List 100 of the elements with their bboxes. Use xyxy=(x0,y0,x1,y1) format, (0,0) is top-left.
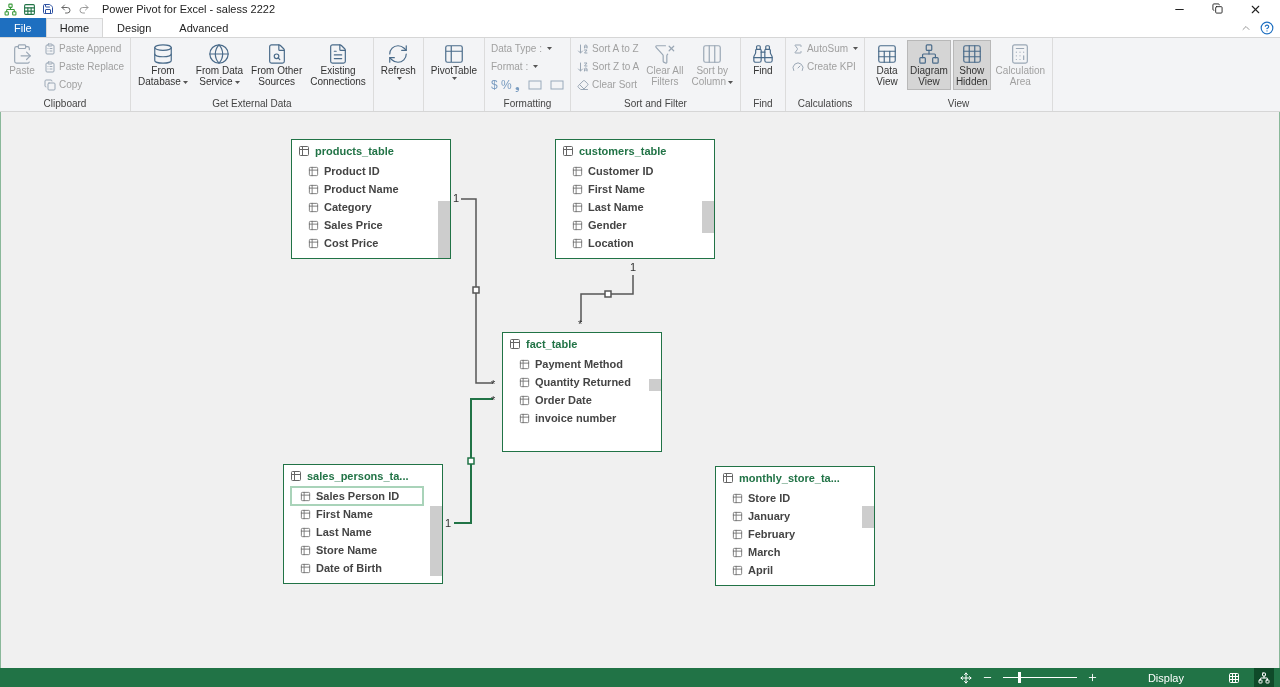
diagram-icon xyxy=(918,43,940,65)
sort-ascending-icon xyxy=(577,42,589,55)
diagram-table[interactable]: monthly_store_ta... Store ID January February March April xyxy=(715,466,875,586)
column-icon xyxy=(519,412,530,424)
group-label: View xyxy=(946,98,971,111)
fit-to-screen-icon[interactable] xyxy=(959,671,972,684)
grid-icon xyxy=(876,43,899,65)
ribbon-button[interactable]: Existing Connections xyxy=(307,40,369,90)
column-item[interactable]: Sales Person ID xyxy=(292,488,422,504)
column-item[interactable]: First Name xyxy=(564,181,694,197)
spreadsheet-icon[interactable] xyxy=(23,2,36,16)
column-item[interactable]: Product Name xyxy=(300,181,430,197)
column-item[interactable]: January xyxy=(724,508,854,524)
column-icon xyxy=(519,394,530,406)
caret-icon xyxy=(452,77,458,80)
redo-icon[interactable] xyxy=(78,3,90,15)
column-icon xyxy=(300,526,311,538)
column-icon xyxy=(300,490,311,502)
ribbon-button[interactable]: Show Hidden xyxy=(952,40,991,90)
copy-icon xyxy=(44,78,56,91)
table-title: sales_persons_ta... xyxy=(307,470,409,482)
table-icon xyxy=(298,145,310,157)
column-item[interactable]: Store ID xyxy=(724,490,854,506)
ribbon-button[interactable]: Data View xyxy=(869,40,906,90)
column-item[interactable]: April xyxy=(724,562,854,578)
column-item[interactable]: Customer ID xyxy=(564,163,694,179)
diagram-table[interactable]: customers_table Customer ID First Name Last Name Gender Location xyxy=(555,139,715,259)
column-icon xyxy=(308,201,319,213)
column-item[interactable]: Category xyxy=(300,199,430,215)
status-label: Display xyxy=(1147,671,1184,684)
clipboard-icon xyxy=(11,43,33,65)
column-icon xyxy=(732,492,743,504)
undo-icon[interactable] xyxy=(60,3,72,15)
column-icon xyxy=(572,165,583,177)
clipboard-list-icon xyxy=(44,42,56,55)
column-item[interactable]: Sales Price xyxy=(300,217,430,233)
globe-icon xyxy=(208,43,231,65)
restore-icon[interactable] xyxy=(1212,2,1223,14)
column-item[interactable]: Date of Birth xyxy=(292,560,422,576)
column-icon xyxy=(308,237,319,249)
column-item[interactable]: Product ID xyxy=(300,163,430,179)
zoom-thumb[interactable] xyxy=(1017,672,1021,683)
table-icon xyxy=(509,338,521,350)
document-icon xyxy=(327,43,349,65)
column-item[interactable]: First Name xyxy=(292,506,422,522)
ribbon-button[interactable]: Refresh xyxy=(377,40,419,83)
column-item[interactable]: invoice number xyxy=(511,410,641,426)
view-button[interactable] xyxy=(1254,668,1274,687)
gauge-icon xyxy=(791,60,804,73)
column-icon xyxy=(572,201,583,213)
column-item[interactable]: March xyxy=(724,544,854,560)
binoculars-icon xyxy=(751,43,774,65)
column-icon xyxy=(308,165,319,177)
table-title: fact_table xyxy=(526,338,578,350)
help-icon[interactable] xyxy=(1260,20,1274,35)
caret-icon xyxy=(546,47,552,50)
column-item[interactable]: February xyxy=(724,526,854,542)
diagram-table[interactable]: fact_table Payment Method Quantity Returned Order Date invoice number xyxy=(502,332,662,452)
ribbon-tab[interactable]: File xyxy=(0,18,46,37)
column-icon xyxy=(300,544,311,556)
ribbon-button[interactable]: Find xyxy=(744,40,781,79)
diagram-table[interactable]: products_table Product ID Product Name Category Sales Price Cost Price xyxy=(291,139,451,259)
ribbon-button[interactable]: PivotTable xyxy=(427,40,480,83)
caret-icon xyxy=(234,80,240,84)
table-icon xyxy=(562,145,574,157)
cardinality-label: * xyxy=(491,378,496,390)
ribbon-button[interactable]: From Database xyxy=(135,40,191,90)
save-icon[interactable] xyxy=(42,3,54,15)
column-icon xyxy=(519,376,530,388)
column-item[interactable]: Last Name xyxy=(292,524,422,540)
table-title: products_table xyxy=(315,145,394,157)
caret-icon xyxy=(396,77,402,80)
column-icon xyxy=(572,237,583,249)
column-item[interactable]: Location xyxy=(564,235,694,251)
ribbon-tab[interactable]: Home xyxy=(45,18,104,37)
ribbon-button[interactable]: Diagram View xyxy=(907,40,951,90)
group-label: Formatting xyxy=(502,98,553,111)
group-label: Sort and Filter xyxy=(623,98,688,111)
zoom-in-icon[interactable] xyxy=(1086,672,1098,683)
table-title: customers_table xyxy=(579,145,667,157)
column-icon xyxy=(572,219,583,231)
column-item[interactable]: Store Name xyxy=(292,542,422,558)
eraser-icon xyxy=(577,78,589,91)
sigma-icon xyxy=(791,42,804,55)
app-icon xyxy=(4,2,17,16)
column-item[interactable]: Quantity Returned xyxy=(511,374,641,390)
column-item[interactable]: Cost Price xyxy=(300,235,430,251)
ribbon-button[interactable]: From Other Sources xyxy=(248,40,306,90)
column-icon xyxy=(300,508,311,520)
diagram-table[interactable]: sales_persons_ta... Sales Person ID First Name Last Name Store Name Date of Birth xyxy=(283,464,443,584)
column-item[interactable]: Last Name xyxy=(564,199,694,215)
column-icon xyxy=(732,510,743,522)
ribbon-button[interactable]: From Data Service xyxy=(192,40,247,90)
column-icon xyxy=(732,528,743,540)
column-item[interactable]: Order Date xyxy=(511,392,641,408)
column-item[interactable]: Payment Method xyxy=(511,356,641,372)
cardinality-label: 1 xyxy=(453,192,460,204)
column-icon xyxy=(308,219,319,231)
caret-icon xyxy=(533,65,539,68)
column-item[interactable]: Gender xyxy=(564,217,694,233)
